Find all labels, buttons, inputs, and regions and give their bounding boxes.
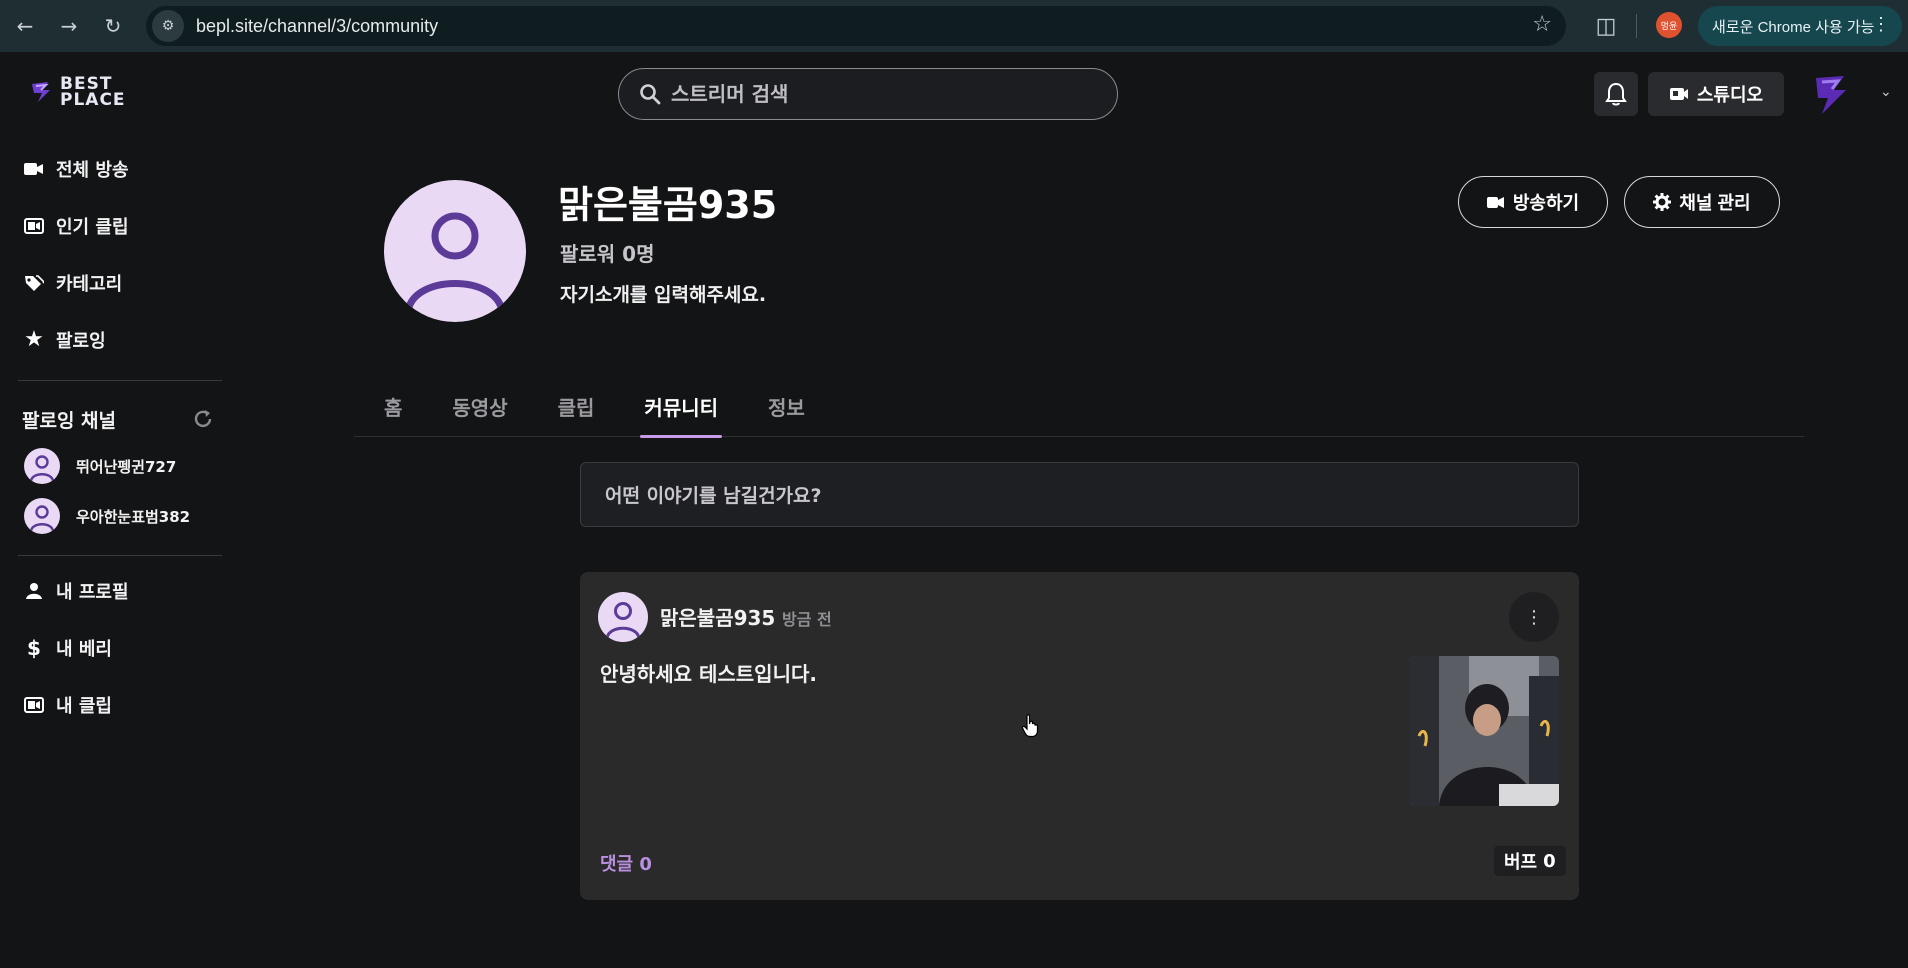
community-write-input[interactable]: 어떤 이야기를 남길건가요? [580, 462, 1579, 527]
chrome-profile-avatar[interactable]: 멍윤 [1656, 12, 1682, 38]
sidebar-item-popular-clips[interactable]: 인기 클립 [0, 197, 230, 254]
buff-count: 0 [1543, 850, 1556, 872]
address-url[interactable]: bepl.site/channel/3/community [196, 16, 438, 37]
sidebar-item-my-berry[interactable]: $ 내 베리 [0, 619, 230, 676]
following-channels-title: 팔로잉 채널 [22, 409, 117, 432]
clip-icon [24, 695, 44, 715]
sidebar-item-following[interactable]: ★ 팔로잉 [0, 311, 230, 368]
studio-button[interactable]: 스튜디오 [1648, 72, 1784, 116]
channel-intro: 자기소개를 입력해주세요. [560, 284, 767, 306]
channel-followers: 팔로워 0명 [560, 242, 655, 266]
hand-cursor-icon [1021, 714, 1039, 738]
sidebar-item-all-streams[interactable]: 전체 방송 [0, 140, 230, 197]
tags-icon [24, 273, 44, 293]
sidebar-item-my-profile[interactable]: 내 프로필 [0, 562, 230, 619]
video-camera-icon [24, 159, 44, 179]
sidebar-divider [18, 555, 222, 556]
extensions-icon[interactable]: ◫ [1588, 8, 1624, 44]
avatar[interactable] [598, 592, 648, 642]
notification-bell-button[interactable] [1594, 72, 1638, 116]
reload-icon[interactable]: ↻ [94, 7, 132, 45]
avatar [24, 498, 60, 534]
studio-label: 스튜디오 [1696, 85, 1764, 106]
sidebar-item-label: 인기 클립 [56, 216, 129, 238]
start-broadcast-label: 방송하기 [1512, 193, 1580, 213]
channel-manage-label: 채널 관리 [1679, 193, 1751, 213]
sidebar: 전체 방송 인기 클립 카테고리 ★ 팔로잉 팔로잉 채널 뛰어난펭귄727 우… [0, 140, 230, 733]
video-camera-icon [1486, 196, 1504, 208]
start-broadcast-button[interactable]: 방송하기 [1458, 176, 1608, 228]
search-icon [640, 84, 661, 105]
write-placeholder: 어떤 이야기를 남길건가요? [605, 485, 822, 507]
toolbar-divider [1636, 14, 1637, 38]
dollar-icon: $ [27, 635, 41, 660]
post-image[interactable] [1409, 656, 1559, 806]
post-more-icon[interactable]: ⋮ [1509, 592, 1559, 642]
sidebar-item-label: 내 클립 [56, 695, 112, 717]
sidebar-item-label: 내 프로필 [56, 581, 129, 603]
avatar [24, 448, 60, 484]
post-text: 안녕하세요 테스트입니다. [600, 662, 817, 686]
post-buff-button[interactable]: 버프 0 [1494, 846, 1566, 876]
following-channels-header: 팔로잉 채널 [0, 397, 222, 441]
sidebar-item-label: 팔로잉 [56, 330, 106, 352]
star-icon: ★ [24, 327, 44, 352]
logo-mark-icon [32, 82, 50, 102]
forward-icon[interactable]: → [50, 7, 88, 45]
community-post: 맑은불곰935 방금 전 ⋮ 안녕하세요 테스트입니다. 댓글 0 버프 0 [580, 572, 1579, 900]
video-camera-icon [1669, 88, 1688, 100]
browser-toolbar: ← → ↻ ⚙ bepl.site/channel/3/community ☆ … [0, 0, 1908, 52]
sidebar-item-label: 카테고리 [56, 273, 123, 295]
sidebar-divider [18, 380, 222, 381]
chrome-update-label: 새로운 Chrome 사용 가능 [1712, 18, 1875, 36]
chevron-down-icon[interactable]: ⌄ [1880, 84, 1892, 100]
following-channel-name: 뛰어난펭귄727 [76, 457, 177, 476]
following-channel-item[interactable]: 우아한눈표범382 [0, 491, 230, 541]
clip-icon [24, 216, 44, 236]
search-input[interactable] [671, 82, 1091, 106]
sidebar-item-my-clips[interactable]: 내 클립 [0, 676, 230, 733]
gear-icon [1653, 193, 1672, 211]
tab-clips[interactable]: 클립 [558, 382, 595, 437]
buff-label: 버프 [1504, 852, 1538, 873]
logo-line-2: PLACE [60, 90, 126, 110]
sidebar-item-categories[interactable]: 카테고리 [0, 254, 230, 311]
user-icon [24, 581, 44, 601]
post-comments-link[interactable]: 댓글 0 [600, 850, 652, 876]
tab-community[interactable]: 커뮤니티 [640, 382, 722, 438]
sidebar-item-label: 전체 방송 [56, 159, 129, 181]
following-channel-name: 우아한눈표범382 [76, 507, 191, 526]
refresh-icon[interactable] [192, 408, 214, 430]
address-bar[interactable]: ⚙ bepl.site/channel/3/community ☆ [146, 6, 1566, 46]
channel-tabs: 홈 동영상 클립 커뮤니티 정보 [354, 382, 1804, 438]
tab-videos[interactable]: 동영상 [452, 382, 507, 437]
channel-manage-button[interactable]: 채널 관리 [1624, 176, 1780, 228]
chrome-menu-icon[interactable]: ⋮ [1872, 14, 1890, 35]
chrome-update-button[interactable]: 새로운 Chrome 사용 가능 ⋮ [1698, 6, 1902, 46]
streamer-search[interactable] [618, 68, 1118, 120]
user-avatar-logo-icon[interactable] [1806, 70, 1854, 118]
tab-home[interactable]: 홈 [384, 382, 402, 437]
channel-name: 맑은불곰935 [558, 183, 778, 227]
site-logo[interactable]: BEST PLACE [28, 76, 126, 110]
sidebar-item-label: 내 베리 [56, 638, 112, 660]
back-icon[interactable]: ← [6, 7, 44, 45]
tab-info[interactable]: 정보 [768, 382, 805, 437]
bell-icon [1605, 82, 1627, 106]
following-channel-item[interactable]: 뛰어난펭귄727 [0, 441, 230, 491]
post-time: 방금 전 [782, 610, 832, 629]
bookmark-star-icon[interactable]: ☆ [1532, 12, 1552, 37]
site-settings-icon[interactable]: ⚙ [152, 10, 184, 42]
post-author[interactable]: 맑은불곰935 [660, 602, 775, 631]
channel-avatar [384, 180, 526, 322]
